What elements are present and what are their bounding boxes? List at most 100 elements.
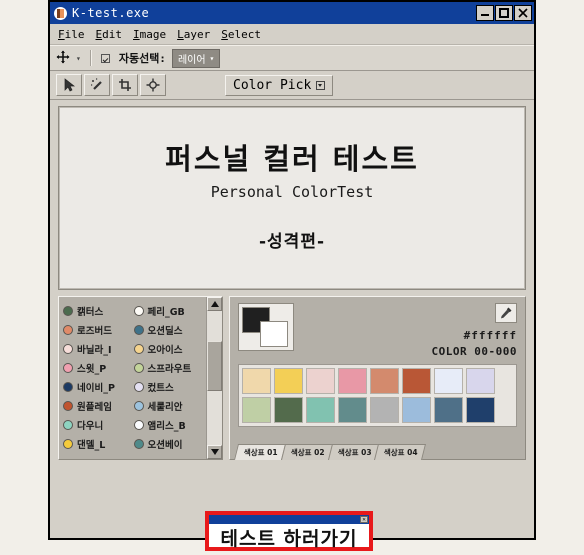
menu-item-select[interactable]: Select <box>221 28 261 41</box>
swatch-cell[interactable] <box>370 397 399 423</box>
swatch-cell[interactable] <box>402 397 431 423</box>
move-target-icon <box>146 78 160 92</box>
swatch-cell[interactable] <box>370 368 399 394</box>
color-pick-button[interactable]: Color Pick <box>225 74 334 96</box>
list-item[interactable]: 컸트스 <box>133 377 205 396</box>
tab-palette-04[interactable]: 색상표 04 <box>374 444 426 460</box>
list-item-label: 캙터스 <box>77 306 104 318</box>
list-item-label: 스윗_P <box>77 363 107 375</box>
list-item-label: 오션베이 <box>147 439 183 451</box>
chevron-down-icon: ▾ <box>209 53 215 63</box>
scrollbar-thumb[interactable] <box>207 341 222 391</box>
options-divider <box>89 50 92 66</box>
canvas-frame: 퍼스널 컬러 테스트 Personal ColorTest -성격편- <box>58 106 526 290</box>
eyedropper-icon <box>501 307 512 319</box>
move-tool-icon[interactable] <box>56 50 70 67</box>
eyedropper-button[interactable] <box>495 303 517 323</box>
layer-dropdown[interactable]: 레이어 ▾ <box>171 48 221 68</box>
swatch-grid <box>238 364 517 427</box>
close-icon[interactable]: ✕ <box>360 516 368 523</box>
swatch-cell[interactable] <box>434 397 463 423</box>
move-tool-caret-icon[interactable]: ▾ <box>76 54 81 63</box>
menu-item-edit[interactable]: Edit <box>96 28 123 41</box>
minimize-button[interactable] <box>476 5 494 21</box>
swatch-cell[interactable] <box>306 368 335 394</box>
list-item[interactable]: 캙터스 <box>63 301 134 320</box>
list-item[interactable]: 페리_GB <box>133 301 205 320</box>
swatch-cell[interactable] <box>338 368 367 394</box>
list-item[interactable]: 로즈버드 <box>63 320 134 339</box>
scroll-down-button[interactable] <box>207 445 222 459</box>
close-button[interactable] <box>514 5 532 21</box>
list-item-label: 컸트스 <box>147 382 174 394</box>
color-dot <box>133 381 144 392</box>
magic-wand-icon <box>91 78 102 90</box>
start-test-dialog[interactable]: ✕ 테스트 하러가기 <box>205 511 373 551</box>
canvas-title: 퍼스널 컬러 테스트 <box>165 141 419 176</box>
color-code: COLOR 00-000 <box>431 345 517 358</box>
list-item[interactable]: 스프라우트 <box>133 358 205 377</box>
swatch-cell[interactable] <box>274 368 303 394</box>
swatch-cell[interactable] <box>402 368 431 394</box>
color-list-grid: 캙터스 페리_GB 로즈버드 오션딜스 바닐라_I 오아이스 스윗_P 스프라우… <box>59 297 206 459</box>
swatch-cell[interactable] <box>274 397 303 423</box>
tool-bar: Color Pick <box>50 71 534 100</box>
color-dot <box>63 324 73 335</box>
tab-palette-01[interactable]: 색상표 01 <box>234 444 286 460</box>
color-dot <box>63 381 73 392</box>
list-item[interactable]: 스윗_P <box>63 358 134 377</box>
foreground-background-swatch[interactable] <box>238 303 294 351</box>
app-icon <box>54 6 67 20</box>
canvas-section-label: -성격편- <box>258 232 326 253</box>
color-dot <box>133 438 144 449</box>
maximize-button[interactable] <box>495 5 513 21</box>
swatch-cell[interactable] <box>242 368 271 394</box>
list-item[interactable]: 앰리스_B <box>133 415 205 434</box>
color-dot <box>133 362 144 373</box>
tab-palette-02[interactable]: 색상표 02 <box>280 444 333 460</box>
list-item[interactable]: 네이비_P <box>63 377 134 396</box>
list-item[interactable]: 댄델_L <box>63 434 134 453</box>
scrollbar-track[interactable] <box>207 311 222 445</box>
list-item[interactable]: 오션베이 <box>133 434 205 453</box>
lower-panels: 캙터스 페리_GB 로즈버드 오션딜스 바닐라_I 오아이스 스윗_P 스프라우… <box>58 296 526 460</box>
swatch-cell[interactable] <box>242 397 271 423</box>
swatch-cell[interactable] <box>306 397 335 423</box>
list-item[interactable]: 세룰리안 <box>133 396 205 415</box>
swatch-cell[interactable] <box>466 368 495 394</box>
menu-item-file[interactable]: File <box>58 28 85 41</box>
list-item[interactable]: 바닐라_I <box>63 339 134 358</box>
list-item-label: 로즈버드 <box>77 325 112 337</box>
menu-item-image[interactable]: Image <box>133 28 166 41</box>
swatch-cell[interactable] <box>466 397 495 423</box>
canvas-area[interactable]: 퍼스널 컬러 테스트 Personal ColorTest -성격편- <box>59 107 525 289</box>
color-list-scrollbar[interactable] <box>206 297 222 459</box>
autoselect-checkbox[interactable] <box>100 53 110 63</box>
swatch-cell[interactable] <box>434 368 463 394</box>
list-item-label: 댄델_L <box>77 439 106 451</box>
swatch-cell[interactable] <box>338 397 367 423</box>
list-item[interactable]: 오션딜스 <box>133 320 205 339</box>
swatch-row <box>242 368 513 394</box>
magic-wand-tool-button[interactable] <box>84 74 110 96</box>
move-target-tool-button[interactable] <box>140 74 166 96</box>
crop-tool-button[interactable] <box>112 74 138 96</box>
options-bar: ▾ 자동선택: 레이어 ▾ <box>50 45 534 71</box>
pointer-tool-button[interactable] <box>56 74 82 96</box>
background-color-swatch[interactable] <box>260 321 288 347</box>
menu-item-layer[interactable]: Layer <box>177 28 210 41</box>
list-item[interactable]: 다우니 <box>63 415 134 434</box>
list-item[interactable]: 원플레임 <box>63 396 134 415</box>
color-dot <box>133 419 144 430</box>
swatch-panel-header: #ffffff COLOR 00-000 <box>238 303 517 358</box>
color-dot <box>133 305 144 316</box>
tab-palette-03[interactable]: 색상표 03 <box>327 444 380 460</box>
scrollbar-track-upper[interactable] <box>207 311 222 341</box>
list-item-label: 원플레임 <box>77 401 112 413</box>
color-dot <box>63 305 73 316</box>
color-dot <box>63 362 73 373</box>
list-item[interactable]: 오아이스 <box>133 339 205 358</box>
color-dot <box>63 343 73 354</box>
scroll-up-button[interactable] <box>207 297 222 311</box>
hex-value: #ffffff <box>463 329 517 342</box>
